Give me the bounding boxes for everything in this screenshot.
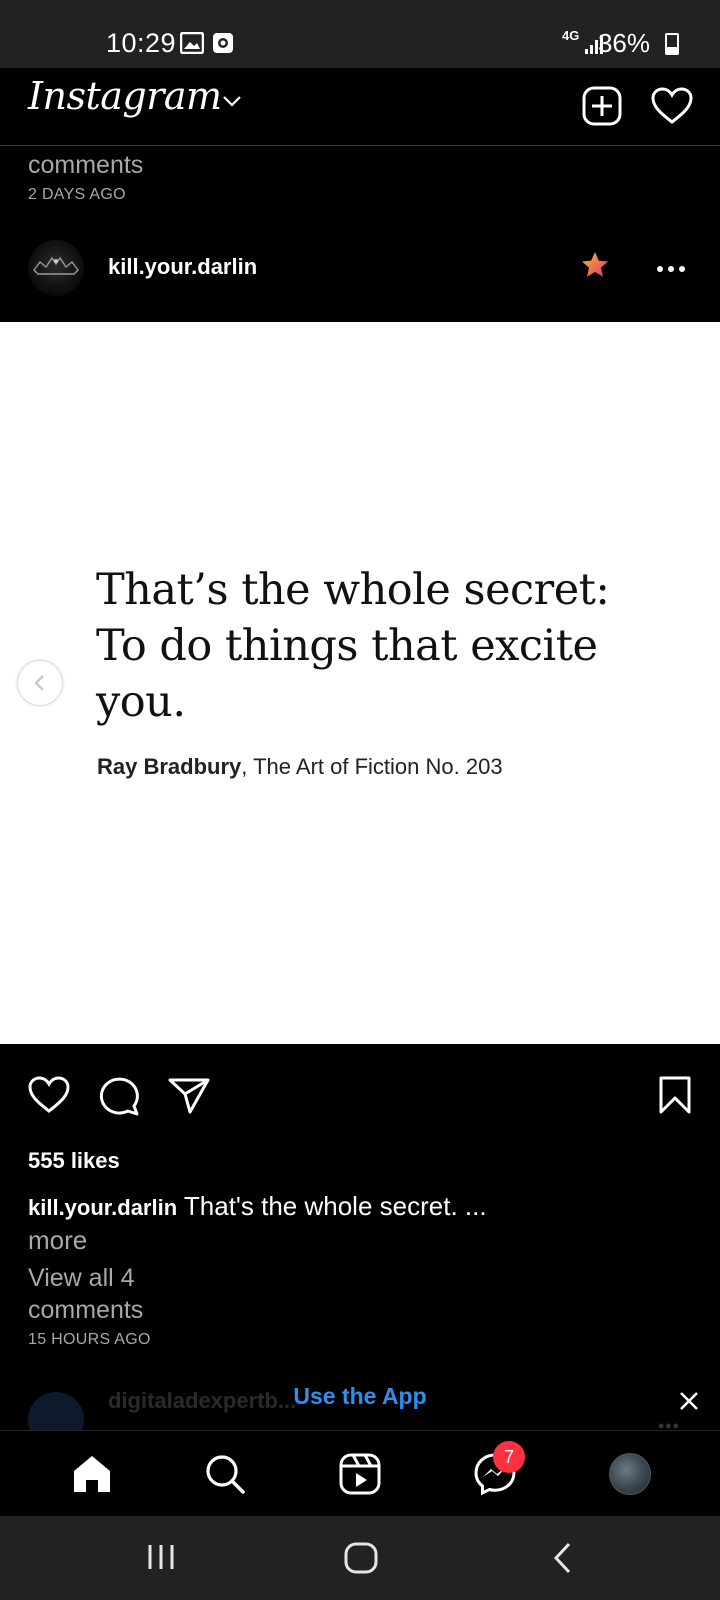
quote-source: , The Art of Fiction No. 203 — [241, 754, 503, 779]
share-send-icon[interactable] — [168, 1076, 210, 1119]
carousel-prev-button[interactable] — [18, 661, 62, 705]
save-bookmark-icon[interactable] — [658, 1076, 692, 1119]
gallery-icon — [179, 31, 205, 59]
network-type: 4G — [562, 28, 580, 43]
chevron-down-icon[interactable] — [222, 94, 242, 113]
record-icon — [212, 32, 234, 59]
search-icon[interactable] — [202, 1451, 248, 1497]
bottom-nav: 7 — [0, 1430, 720, 1516]
favorite-star-icon[interactable] — [580, 250, 610, 285]
battery-percent: 36% — [597, 28, 650, 58]
quote-text: That’s the whole secret: To do things th… — [96, 565, 610, 727]
quote-author: Ray Bradbury — [97, 754, 242, 779]
next-post-options-icon[interactable]: ••• — [658, 1416, 680, 1430]
home-button-icon[interactable] — [344, 1542, 378, 1579]
likes-count[interactable]: 555 likes — [28, 1148, 120, 1174]
status-bar: 10:29 4G 36% — [0, 0, 720, 68]
instagram-logo[interactable]: Instagram — [28, 74, 222, 118]
home-icon[interactable] — [69, 1451, 115, 1497]
battery-icon — [665, 33, 679, 55]
previous-post-timestamp: 2 DAYS AGO — [28, 186, 126, 203]
post-actions — [0, 1070, 720, 1124]
chevron-left-icon — [34, 675, 44, 691]
caption-username[interactable]: kill.your.darlin — [28, 1195, 177, 1220]
profile-avatar[interactable] — [609, 1453, 651, 1495]
back-icon[interactable] — [552, 1542, 572, 1579]
app-header: Instagram — [0, 68, 720, 146]
post-username[interactable]: kill.your.darlin — [108, 254, 257, 280]
reels-icon[interactable] — [337, 1451, 383, 1497]
post-options-icon[interactable] — [656, 260, 686, 278]
like-heart-icon[interactable] — [28, 1076, 70, 1119]
post-image[interactable]: That’s the whole secret: To do things th… — [0, 322, 720, 1044]
status-time: 10:29 — [106, 28, 177, 58]
recent-apps-icon[interactable] — [146, 1542, 176, 1577]
post-header: kill.your.darlin — [0, 228, 720, 320]
use-the-app-link[interactable]: Use the App — [0, 1383, 720, 1410]
caption-text: That's the whole secret. ... — [177, 1191, 487, 1221]
close-icon[interactable] — [678, 1390, 700, 1417]
battery-fill — [667, 46, 677, 53]
post-avatar[interactable] — [28, 240, 84, 296]
new-post-icon[interactable] — [580, 84, 624, 128]
system-nav-bar — [0, 1516, 720, 1600]
post-timestamp: 15 HOURS AGO — [28, 1331, 151, 1348]
previous-post-comments[interactable]: comments — [28, 151, 143, 180]
comment-icon[interactable] — [98, 1076, 140, 1121]
caption-more-link[interactable]: more — [28, 1224, 688, 1256]
quote-attribution: Ray Bradbury, The Art of Fiction No. 203 — [97, 754, 503, 780]
messenger-badge: 7 — [493, 1441, 525, 1473]
view-comments-link[interactable]: View all 4 comments — [28, 1262, 228, 1326]
post-caption: kill.your.darlin That's the whole secret… — [28, 1190, 688, 1256]
activity-heart-icon[interactable] — [650, 84, 694, 128]
